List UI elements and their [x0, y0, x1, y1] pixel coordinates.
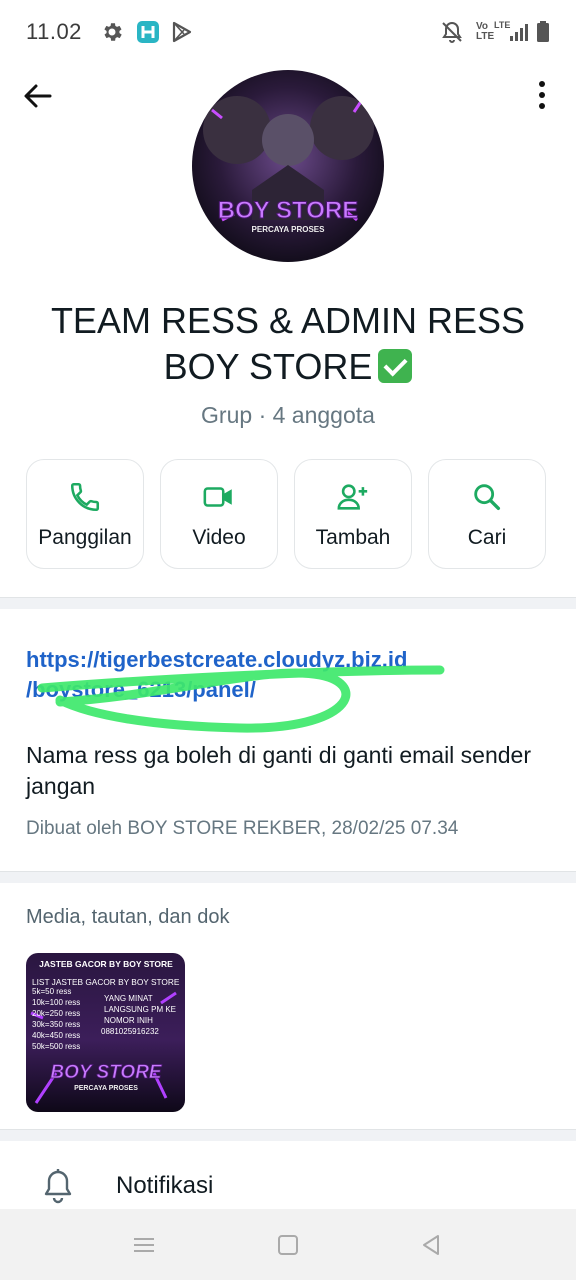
avatar-tagline: PERCAYA PROSES: [252, 225, 326, 234]
video-icon: [161, 480, 277, 514]
play-store-icon: [170, 20, 194, 49]
created-by: Dibuat oleh BOY STORE REKBER, 28/02/25 0…: [26, 818, 459, 839]
svg-text:LANGSUNG PM KE: LANGSUNG PM KE: [104, 1005, 176, 1014]
svg-text:LIST JASTEB GACOR BY BOY STORE: LIST JASTEB GACOR BY BOY STORE: [32, 977, 180, 987]
group-avatar[interactable]: BOY STORE PERCAYA PROSES: [192, 70, 384, 262]
call-label: Panggilan: [38, 526, 132, 549]
add-member-label: Tambah: [315, 526, 391, 549]
battery-icon: [536, 20, 550, 49]
search-button[interactable]: Cari: [428, 459, 546, 569]
more-vertical-icon: [539, 81, 545, 109]
status-bar: 11.02 Vo LTE LTE: [0, 0, 576, 64]
svg-text:BOY STORE: BOY STORE: [50, 1062, 163, 1083]
media-section-title: Media, tautan, dan dok: [26, 906, 230, 928]
section-divider: [0, 1129, 576, 1141]
svg-text:JASTEB GACOR BY BOY STORE: JASTEB GACOR BY BOY STORE: [39, 959, 173, 969]
status-time: 11.02: [26, 19, 82, 44]
group-description: Nama ress ga boleh di ganti di ganti ema…: [26, 742, 532, 799]
more-options-button[interactable]: [520, 78, 556, 114]
add-person-icon: [295, 480, 411, 514]
notifications-off-icon: [440, 20, 464, 49]
svg-text:NOMOR INIH: NOMOR INIH: [104, 1016, 153, 1025]
svg-text:0881025916232: 0881025916232: [101, 1027, 159, 1036]
avatar-brand: BOY STORE: [218, 197, 358, 224]
section-divider: [0, 597, 576, 609]
search-label: Cari: [467, 526, 507, 549]
video-button[interactable]: Video: [160, 459, 278, 569]
svg-text:20k=250 ress: 20k=250 ress: [32, 1009, 80, 1018]
svg-text:40k=450 ress: 40k=450 ress: [32, 1031, 80, 1040]
action-buttons: Panggilan Video Tambah Cari: [26, 459, 550, 571]
notifications-setting[interactable]: Notifikasi: [116, 1172, 213, 1200]
call-button[interactable]: Panggilan: [26, 459, 144, 569]
group-name: TEAM RESS & ADMIN RESS BOY STORE: [50, 300, 526, 387]
svg-text:10k=100 ress: 10k=100 ress: [32, 998, 80, 1007]
bell-icon[interactable]: [42, 1168, 74, 1204]
volte-icon: Vo LTE: [476, 21, 495, 42]
svg-text:PERCAYA PROSES: PERCAYA PROSES: [74, 1085, 138, 1092]
menu-icon[interactable]: [130, 1231, 158, 1259]
svg-text:50k=500 ress: 50k=500 ress: [32, 1042, 80, 1051]
search-icon: [429, 480, 545, 514]
back-button[interactable]: [20, 78, 56, 114]
svg-text:5k=50 ress: 5k=50 ress: [32, 987, 71, 996]
svg-text:YANG MINAT: YANG MINAT: [104, 994, 153, 1003]
gear-icon: [100, 20, 124, 49]
phone-icon: [27, 480, 143, 514]
svg-text:30k=350 ress: 30k=350 ress: [32, 1020, 80, 1029]
add-member-button[interactable]: Tambah: [294, 459, 412, 569]
group-meta: Grup · 4 anggota: [201, 402, 375, 428]
check-mark-button-icon: [378, 349, 413, 383]
back-triangle-icon[interactable]: [418, 1231, 446, 1259]
home-square-icon[interactable]: [274, 1231, 302, 1259]
video-label: Video: [192, 526, 246, 549]
lte-signal-icon: LTE: [494, 20, 528, 49]
section-divider: [0, 871, 576, 883]
description-link[interactable]: https://tigerbestcreate.cloudyz.biz.id /…: [26, 645, 556, 705]
arrow-left-icon: [24, 84, 52, 108]
media-thumbnail[interactable]: JASTEB GACOR BY BOY STORE LIST JASTEB GA…: [26, 953, 185, 1112]
system-nav-bar: [0, 1209, 576, 1280]
h-app-icon: [136, 20, 160, 49]
